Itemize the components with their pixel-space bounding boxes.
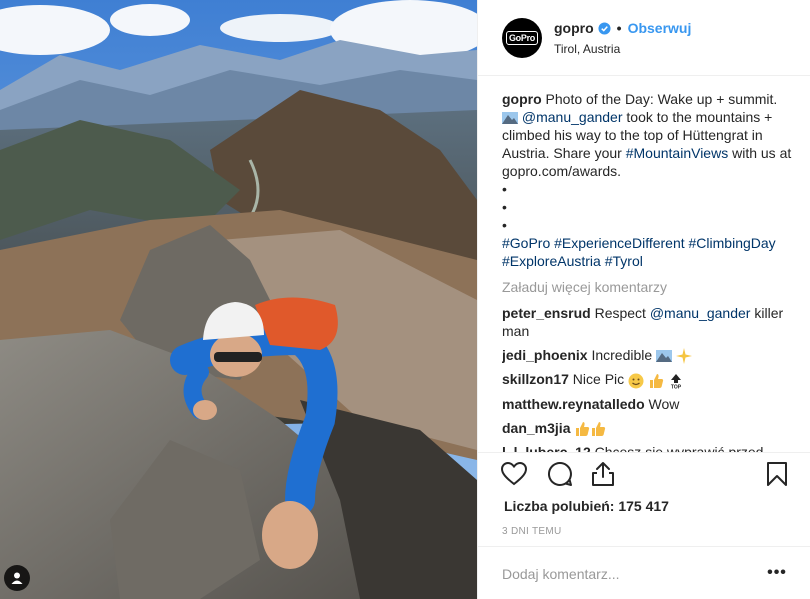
comments-list[interactable]: gopro Photo of the Day: Wake up + summit… [502, 90, 792, 452]
photo-mountain-climber [0, 0, 477, 599]
caption-bullet: • [502, 199, 507, 215]
comment-item: skillzon17 Nice Pic TOP [502, 370, 792, 388]
caption-text-a: Photo of the Day: Wake up + summit. [541, 91, 778, 107]
thumbs-up-emoji-icon [576, 421, 590, 436]
likes-count[interactable]: Liczba polubień: 175 417 [504, 498, 669, 514]
sparkle-emoji-icon [675, 348, 692, 365]
thumbs-up-emoji-icon [592, 421, 606, 436]
comment-button[interactable] [546, 460, 574, 488]
avatar-logo: GoPro [505, 31, 538, 45]
smile-emoji-icon [628, 373, 644, 389]
comment-icon [548, 461, 572, 486]
post-caption: gopro Photo of the Day: Wake up + summit… [502, 90, 792, 270]
avatar[interactable]: GoPro [502, 18, 542, 58]
bookmark-icon [767, 462, 787, 486]
like-button[interactable] [500, 460, 528, 488]
comment-item: dan_m3jia [502, 419, 792, 437]
comment-text: Respect [590, 305, 650, 321]
top-emoji-icon: TOP [671, 373, 682, 389]
user-tag-icon[interactable] [4, 565, 30, 591]
post-username[interactable]: gopro [554, 20, 594, 36]
more-options-button[interactable]: ••• [765, 563, 789, 583]
post-photo[interactable] [0, 0, 477, 599]
separator-dot: • [616, 20, 622, 36]
share-icon [592, 462, 614, 486]
comment-username[interactable]: skillzon17 [502, 371, 569, 387]
caption-username[interactable]: gopro [502, 91, 542, 107]
caption-bullet: • [502, 181, 507, 197]
caption-hashtags: #GoPro #ExperienceDifferent #ClimbingDay… [502, 234, 792, 270]
hashtag-link[interactable]: #ClimbingDay [689, 235, 776, 251]
action-bar [478, 452, 810, 492]
comment-text: Nice Pic [568, 371, 629, 388]
comment-mention[interactable]: @manu_gander [650, 305, 751, 321]
post-details-panel: GoPro gopro • Obserwuj Tirol, Austria go… [477, 0, 810, 599]
comment-item: l_l_luberc_12 Chcesz się wyprawić przed.… [502, 443, 792, 452]
heart-icon [501, 462, 527, 486]
comment-item: jedi_phoenix Incredible [502, 346, 792, 365]
comment-text: Chcesz się wyprawić przed... [590, 443, 776, 452]
hashtag-link[interactable]: #ExperienceDifferent [554, 235, 684, 251]
comment-item: peter_ensrud Respect @manu_gander killer… [502, 304, 792, 340]
svg-text:TOP: TOP [671, 384, 682, 389]
load-more-comments-button[interactable]: Załaduj więcej komentarzy [502, 278, 792, 296]
comment-text: Wow [644, 395, 680, 412]
verified-icon [598, 21, 611, 35]
comment-item: matthew.reynatalledo Wow [502, 395, 792, 413]
hashtag-link[interactable]: #ExploreAustria [502, 253, 601, 269]
comment-username[interactable]: l_l_luberc_12 [502, 444, 591, 452]
comment-username[interactable]: jedi_phoenix [502, 347, 588, 363]
comment-username[interactable]: dan_m3jia [502, 420, 570, 436]
mountain-emoji-icon [502, 112, 518, 125]
save-button[interactable] [763, 460, 791, 488]
comment-username[interactable]: peter_ensrud [502, 305, 591, 321]
add-comment-input[interactable] [502, 563, 752, 585]
post-timestamp[interactable]: 3 DNI TEMU [502, 526, 562, 537]
caption-mention[interactable]: @manu_gander [522, 109, 623, 125]
mountain-emoji-icon [656, 350, 673, 363]
comment-username[interactable]: matthew.reynatalledo [502, 396, 645, 412]
user-line: gopro • Obserwuj [554, 20, 691, 36]
comment-text: Incredible [587, 347, 657, 363]
post-header: GoPro gopro • Obserwuj Tirol, Austria [478, 0, 810, 76]
add-comment-section: ••• [478, 546, 810, 599]
caption-bullet: • [502, 217, 507, 233]
hashtag-link[interactable]: #Tyrol [605, 253, 643, 269]
hashtag-link[interactable]: #GoPro [502, 235, 550, 251]
thumbs-up-emoji-icon [649, 373, 664, 388]
follow-button[interactable]: Obserwuj [628, 20, 692, 36]
caption-hashtag-inline[interactable]: #MountainViews [626, 145, 728, 161]
share-button[interactable] [589, 460, 617, 488]
location-link[interactable]: Tirol, Austria [554, 42, 620, 56]
